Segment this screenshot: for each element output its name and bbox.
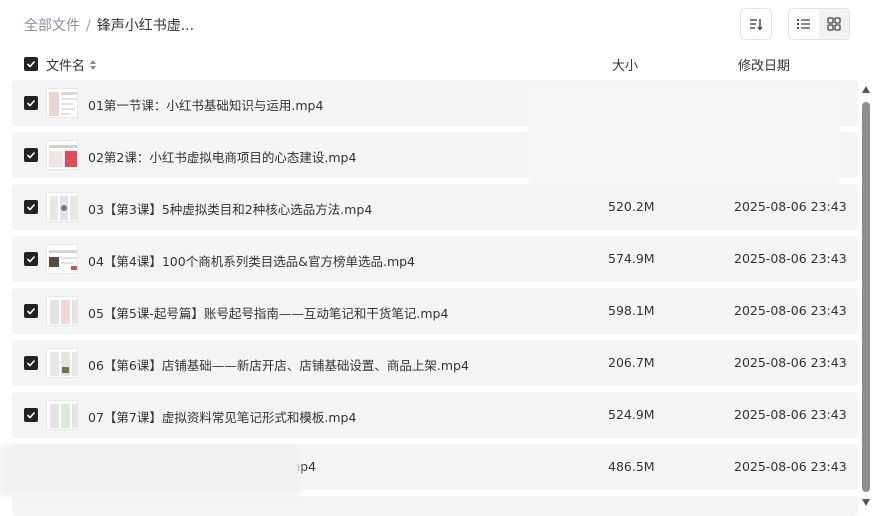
check-icon: [26, 255, 36, 263]
file-thumbnail: [46, 348, 78, 378]
file-thumbnail: [46, 88, 78, 118]
column-header-size[interactable]: 大小: [612, 55, 638, 74]
column-header-date[interactable]: 修改日期: [738, 55, 790, 74]
row-checkbox[interactable]: [24, 200, 38, 214]
top-bar: 全部文件 / 锋声小红书虚...: [0, 0, 874, 48]
file-row[interactable]: 04【第4课】100个商机系列类目选品&官方榜单选品.mp4 574.9M 20…: [12, 236, 858, 282]
list-view-button[interactable]: [789, 9, 819, 39]
table-header: 文件名 大小 修改日期: [0, 50, 874, 78]
file-row[interactable]: 07【第7课】虚拟资料常见笔记形式和模板.mp4 524.9M 2025-08-…: [12, 392, 858, 438]
sort-updown-icon: [90, 59, 97, 70]
check-icon: [26, 203, 36, 211]
check-icon: [26, 99, 36, 107]
sort-button[interactable]: [740, 8, 772, 40]
row-checkbox[interactable]: [24, 356, 38, 370]
check-icon: [26, 60, 36, 68]
file-name[interactable]: 05【第5课-起号篇】账号起号指南——互动笔记和干货笔记.mp4: [88, 303, 448, 322]
file-row-partial: [12, 496, 858, 516]
row-checkbox[interactable]: [24, 148, 38, 162]
file-thumbnail: [46, 192, 78, 222]
file-size: 520.2M: [608, 199, 655, 214]
file-date: 2025-08-06 23:43: [734, 199, 847, 214]
file-row[interactable]: 03【第3课】5种虚拟类目和2种核心选品方法.mp4 520.2M 2025-0…: [12, 184, 858, 230]
row-checkbox[interactable]: [24, 304, 38, 318]
file-date: 2025-08-06 23:43: [734, 407, 847, 422]
breadcrumb-current: 锋声小红书虚...: [96, 18, 195, 34]
scroll-up-arrow-icon[interactable]: [862, 86, 870, 93]
file-date: 2025-08-06 23:43: [734, 251, 847, 266]
file-size: 206.7M: [608, 355, 655, 370]
file-thumbnail: [46, 244, 78, 274]
breadcrumb: 全部文件 / 锋声小红书虚...: [24, 15, 194, 35]
grid-icon: [827, 17, 841, 31]
select-all-checkbox[interactable]: [24, 57, 38, 71]
file-name[interactable]: 02第2课：小红书虚拟电商项目的心态建设.mp4: [88, 147, 356, 166]
file-date: 2025-08-06 23:43: [734, 303, 847, 318]
file-name[interactable]: 07【第7课】虚拟资料常见笔记形式和模板.mp4: [88, 407, 356, 426]
file-thumbnail: [46, 296, 78, 326]
list-icon: [797, 19, 810, 29]
check-icon: [26, 151, 36, 159]
blurred-overlay: [0, 446, 300, 496]
file-row[interactable]: 05【第5课-起号篇】账号起号指南——互动笔记和干货笔记.mp4 598.1M …: [12, 288, 858, 334]
file-name[interactable]: 03【第3课】5种虚拟类目和2种核心选品方法.mp4: [88, 199, 372, 218]
grid-view-button[interactable]: [819, 9, 849, 39]
scroll-down-arrow-icon[interactable]: [862, 499, 870, 506]
row-checkbox[interactable]: [24, 96, 38, 110]
breadcrumb-root[interactable]: 全部文件: [24, 18, 80, 34]
column-name-label: 文件名: [46, 59, 86, 74]
scrollbar[interactable]: [860, 82, 872, 510]
file-size: 598.1M: [608, 303, 655, 318]
file-name[interactable]: 04【第4课】100个商机系列类目选品&官方榜单选品.mp4: [88, 251, 415, 270]
check-icon: [26, 359, 36, 367]
blurred-overlay: [528, 90, 840, 186]
column-header-name[interactable]: 文件名: [46, 55, 97, 74]
row-checkbox[interactable]: [24, 408, 38, 422]
view-toggle: [788, 8, 850, 40]
breadcrumb-separator: /: [86, 18, 91, 34]
file-size: 574.9M: [608, 251, 655, 266]
file-row[interactable]: 06【第6课】店铺基础——新店开店、店铺基础设置、商品上架.mp4 206.7M…: [12, 340, 858, 386]
file-date: 2025-08-06 23:43: [734, 459, 847, 474]
file-thumbnail: [46, 400, 78, 430]
scrollbar-thumb[interactable]: [862, 102, 870, 492]
sort-icon: [750, 19, 763, 31]
check-icon: [26, 307, 36, 315]
check-icon: [26, 411, 36, 419]
file-size: 524.9M: [608, 407, 655, 422]
file-date: 2025-08-06 23:43: [734, 355, 847, 370]
row-checkbox[interactable]: [24, 252, 38, 266]
file-name[interactable]: 06【第6课】店铺基础——新店开店、店铺基础设置、商品上架.mp4: [88, 355, 469, 374]
file-size: 486.5M: [608, 459, 655, 474]
file-name[interactable]: 01第一节课：小红书基础知识与运用.mp4: [88, 95, 323, 114]
file-thumbnail: [46, 140, 78, 170]
